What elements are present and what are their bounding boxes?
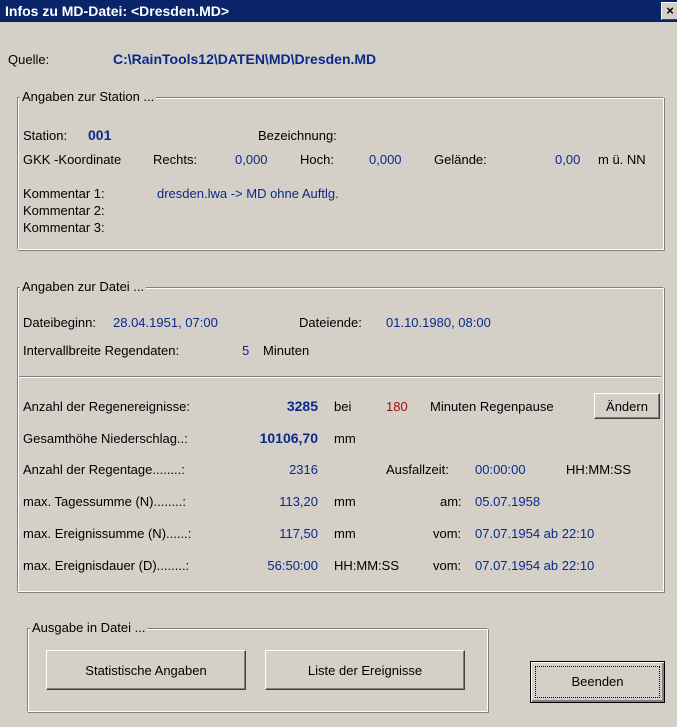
tagessumme-value: 113,20 (279, 494, 318, 509)
tagessumme-unit: mm (334, 494, 356, 509)
intervall-unit: Minuten (263, 343, 310, 358)
gesamthoehe-unit: mm (334, 431, 356, 446)
gesamthoehe-label: Gesamthöhe Niederschlag..: (23, 431, 188, 446)
rechts-value: 0,000 (235, 152, 268, 167)
ereignisdauer-date: 07.07.1954 ab 22:10 (475, 558, 595, 573)
ereignissumme-value: 117,50 (279, 526, 318, 541)
gelaende-value: 0,00 (555, 152, 581, 167)
aendern-button[interactable]: Ändern (594, 393, 660, 419)
tagessumme-am-label: am: (440, 494, 462, 509)
focus-rectangle (535, 666, 660, 698)
dateiende-value: 01.10.1980, 08:00 (386, 315, 491, 330)
ereignisdauer-unit: HH:MM:SS (334, 558, 399, 573)
gelaende-label: Gelände: (434, 152, 487, 167)
ereignissumme-vom-label: vom: (433, 526, 462, 541)
ereignisdauer-value: 56:50:00 (267, 558, 318, 573)
station-group-legend: Angaben zur Station ... (20, 89, 157, 104)
beenden-button[interactable]: Beenden (530, 661, 665, 703)
hoch-value: 0,000 (369, 152, 402, 167)
kommentar2-label: Kommentar 2: (23, 203, 105, 218)
ereignisdauer-vom-label: vom: (433, 558, 462, 573)
gelaende-unit: m ü. NN (598, 152, 646, 167)
ereignissumme-unit: mm (334, 526, 356, 541)
regentage-label: Anzahl der Regentage........: (23, 462, 185, 477)
station-group (17, 97, 664, 250)
ausfallzeit-unit: HH:MM:SS (566, 462, 631, 477)
ereignisdauer-label: max. Ereignisdauer (D)........: (23, 558, 190, 573)
window-title: Infos zu MD-Datei: <Dresden.MD> (5, 3, 230, 19)
ausfallzeit-label: Ausfallzeit: (386, 462, 449, 477)
stats-divider (19, 376, 661, 378)
statistische-angaben-button[interactable]: Statistische Angaben (46, 650, 246, 690)
anzahl-value: 3285 (286, 398, 318, 414)
gkk-label: GKK -Koordinate (23, 152, 122, 167)
close-icon[interactable]: × (661, 2, 677, 20)
dateibeginn-label: Dateibeginn: (23, 315, 96, 330)
tagessumme-label: max. Tagessumme (N)........: (23, 494, 187, 509)
regenpause-value: 180 (386, 399, 408, 414)
ereignissumme-label: max. Ereignissumme (N)......: (23, 526, 192, 541)
info-dialog: Infos zu MD-Datei: <Dresden.MD> × Quelle… (0, 0, 677, 727)
kommentar3-label: Kommentar 3: (23, 220, 105, 235)
kommentar1-value: dresden.lwa -> MD ohne Auftlg. (157, 186, 339, 201)
regentage-value: 2316 (289, 462, 318, 477)
station-value: 001 (88, 127, 112, 143)
dateiende-label: Dateiende: (299, 315, 362, 330)
datei-group-legend: Angaben zur Datei ... (20, 279, 147, 294)
source-path: C:\RainTools12\DATEN\MD\Dresden.MD (113, 51, 377, 67)
station-label: Station: (23, 128, 68, 143)
hoch-label: Hoch: (300, 152, 334, 167)
source-label: Quelle: (8, 52, 50, 67)
gesamthoehe-value: 10106,70 (259, 430, 318, 446)
rechts-label: Rechts: (153, 152, 198, 167)
title-bar: Infos zu MD-Datei: <Dresden.MD> × (0, 0, 677, 22)
bei-label: bei (334, 399, 352, 414)
anzahl-label: Anzahl der Regenereignisse: (23, 399, 190, 414)
tagessumme-date: 05.07.1958 (475, 494, 541, 509)
ereignissumme-date: 07.07.1954 ab 22:10 (475, 526, 595, 541)
dateibeginn-value: 28.04.1951, 07:00 (113, 315, 218, 330)
intervall-value: 5 (242, 343, 250, 358)
kommentar1-label: Kommentar 1: (23, 186, 105, 201)
bezeichnung-label: Bezeichnung: (258, 128, 337, 143)
ausfallzeit-value: 00:00:00 (475, 462, 526, 477)
regenpause-unit: Minuten Regenpause (430, 399, 554, 414)
intervall-label: Intervallbreite Regendaten: (23, 343, 180, 358)
ausgabe-group-legend: Ausgabe in Datei ... (30, 620, 148, 635)
liste-der-ereignisse-button[interactable]: Liste der Ereignisse (265, 650, 465, 690)
